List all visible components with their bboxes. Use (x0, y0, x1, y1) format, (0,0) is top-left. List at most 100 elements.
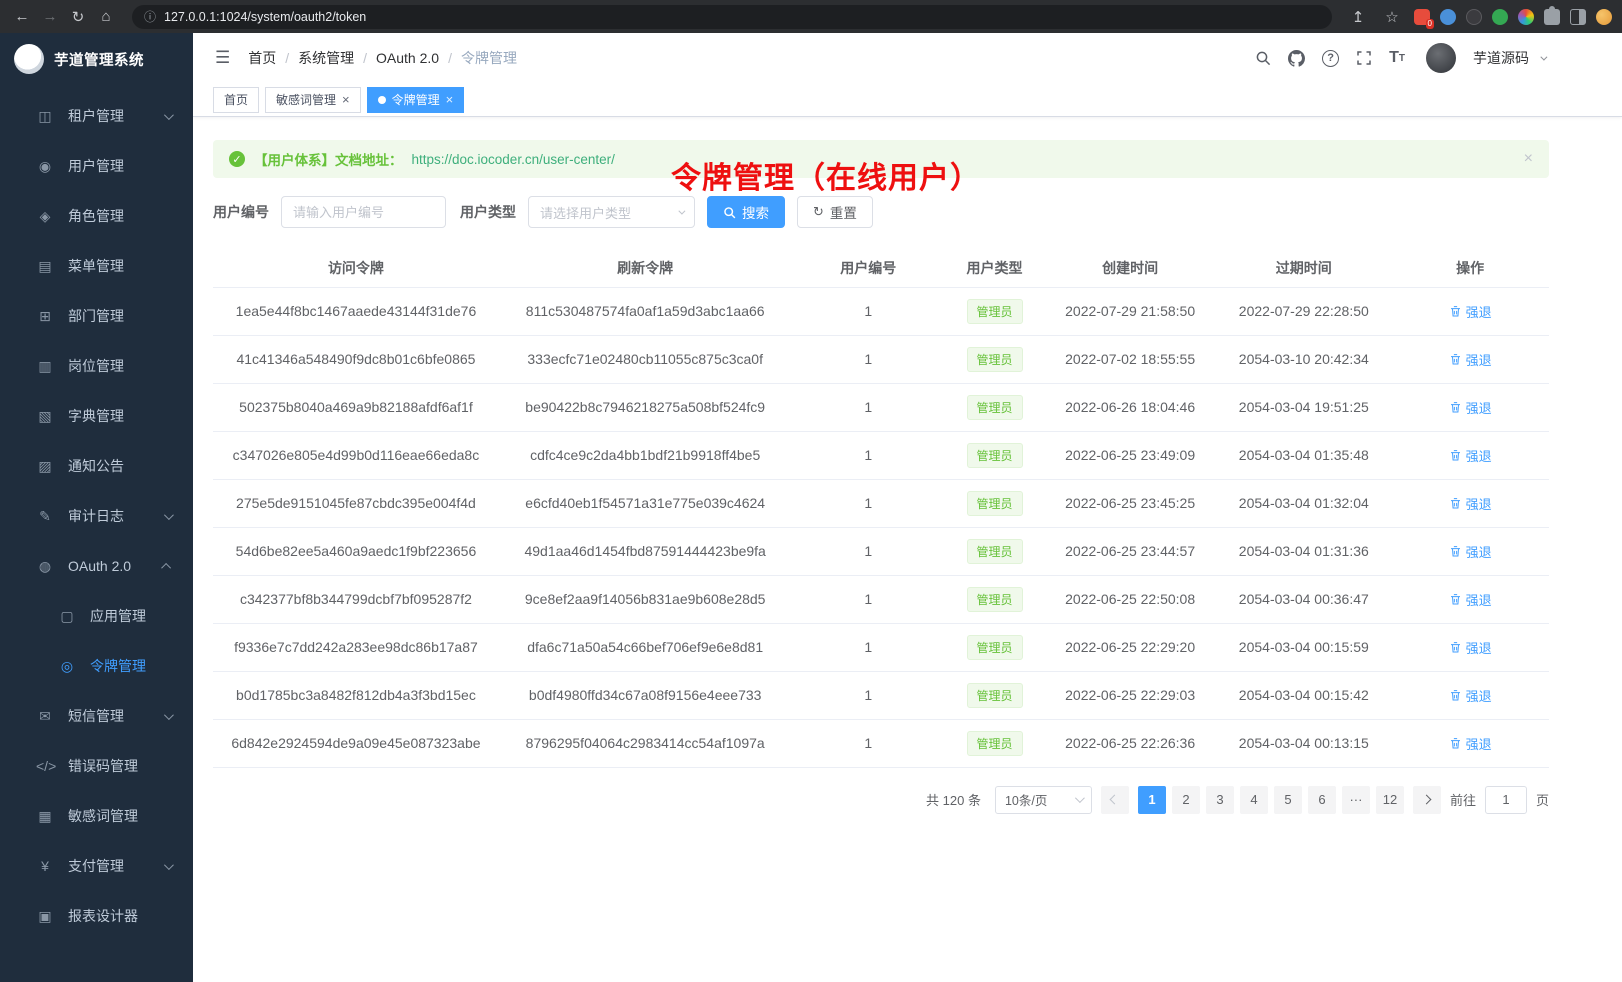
fullscreen-icon[interactable] (1356, 50, 1372, 66)
sidebar-item-role[interactable]: ◈ 角色管理 (0, 191, 193, 241)
app-title: 芋道管理系统 (54, 49, 144, 70)
user-menu-caret-icon[interactable] (1540, 53, 1547, 60)
tab-close-icon[interactable]: × (342, 93, 350, 106)
github-icon[interactable] (1288, 50, 1305, 67)
menu-item-icon: ▨ (36, 458, 54, 475)
user-type-badge: 管理员 (967, 347, 1023, 372)
cell-create-time: 2022-06-25 23:45:25 (1044, 479, 1216, 527)
sidebar-item-post[interactable]: ▥ 岗位管理 (0, 341, 193, 391)
sidebar-item-report-designer[interactable]: ▣ 报表设计器 (0, 891, 193, 941)
cell-refresh-token: 9ce8ef2aa9f14056b831ae9b608e28d5 (499, 575, 792, 623)
force-logout-button[interactable]: 强退 (1449, 446, 1492, 465)
sidebar-item-audit-log[interactable]: ✎ 审计日志 (0, 491, 193, 541)
success-check-icon: ✓ (229, 151, 245, 167)
sidebar-item-tenant[interactable]: ◫ 租户管理 (0, 91, 193, 141)
force-logout-button[interactable]: 强退 (1449, 398, 1492, 417)
pager-page-2[interactable]: 2 (1172, 786, 1200, 814)
goto-page-input[interactable] (1485, 786, 1527, 814)
cell-refresh-token: 49d1aa46d1454fbd87591444423be9fa (499, 527, 792, 575)
browser-reload-icon[interactable]: ↻ (66, 5, 90, 29)
pager-page-3[interactable]: 3 (1206, 786, 1234, 814)
tab-home[interactable]: 首页 (213, 87, 259, 113)
search-button[interactable]: 搜索 (707, 196, 785, 228)
force-logout-button[interactable]: 强退 (1449, 494, 1492, 513)
sidebar-collapse-icon[interactable]: ☰ (205, 48, 240, 68)
tab-sensitive-word[interactable]: 敏感词管理 × (265, 87, 361, 113)
menu-item-label: 审计日志 (68, 506, 124, 526)
share-icon[interactable]: ↥ (1346, 5, 1370, 29)
page-size-select[interactable]: 10条/页 (995, 786, 1092, 814)
force-logout-button[interactable]: 强退 (1449, 590, 1492, 609)
extension-red-icon[interactable]: 0 (1414, 9, 1430, 25)
breadcrumb-item-3: 令牌管理 (461, 48, 517, 68)
site-info-icon[interactable]: ⓘ (144, 8, 156, 25)
tab-close-icon[interactable]: × (446, 93, 454, 106)
pager-page-12[interactable]: 12 (1376, 786, 1404, 814)
pager-page-5[interactable]: 5 (1274, 786, 1302, 814)
browser-home-icon[interactable]: ⌂ (94, 5, 118, 29)
sidebar-item-user[interactable]: ◉ 用户管理 (0, 141, 193, 191)
address-bar[interactable]: ⓘ 127.0.0.1:1024/system/oauth2/token (132, 5, 1332, 29)
force-logout-button[interactable]: 强退 (1449, 686, 1492, 705)
sidebar-item-dept[interactable]: ⊞ 部门管理 (0, 291, 193, 341)
sidebar-item-menu[interactable]: ▤ 菜单管理 (0, 241, 193, 291)
sidebar-item-sensitive-word[interactable]: ▦ 敏感词管理 (0, 791, 193, 841)
table-row: c342377bf8b344799dcbf7bf095287f2 9ce8ef2… (213, 575, 1549, 623)
browser-forward-icon[interactable]: → (38, 5, 62, 29)
app-logo[interactable]: 芋道管理系统 (0, 33, 193, 85)
breadcrumb-item-2[interactable]: OAuth 2.0 (376, 50, 439, 66)
pager-next[interactable] (1413, 786, 1441, 814)
sidebar-item-oauth2-token[interactable]: ◎ 令牌管理 (0, 641, 193, 691)
menu-item-label: 报表设计器 (68, 906, 138, 926)
breadcrumb-item-1[interactable]: 系统管理 (298, 48, 354, 68)
sidebar-item-oauth2[interactable]: ◍ OAuth 2.0 (0, 541, 193, 591)
sidebar-item-notice[interactable]: ▨ 通知公告 (0, 441, 193, 491)
puzzle-piece-icon[interactable] (1544, 9, 1560, 25)
search-icon[interactable] (1255, 50, 1271, 66)
cell-access-token: 54d6be82ee5a460a9aedc1f9bf223656 (213, 527, 499, 575)
help-icon[interactable]: ? (1322, 50, 1339, 67)
force-logout-button[interactable]: 强退 (1449, 302, 1492, 321)
pager-more[interactable]: ··· (1342, 786, 1370, 814)
pager-page-6[interactable]: 6 (1308, 786, 1336, 814)
tab-token[interactable]: 令牌管理 × (367, 87, 465, 113)
user-name[interactable]: 芋道源码 (1473, 48, 1529, 68)
font-size-icon[interactable]: TT (1389, 49, 1405, 67)
pager-prev[interactable] (1101, 786, 1129, 814)
browser-back-icon[interactable]: ← (10, 5, 34, 29)
force-logout-button[interactable]: 强退 (1449, 542, 1492, 561)
extension-blue-icon[interactable] (1440, 9, 1456, 25)
reset-button[interactable]: ↻ 重置 (797, 196, 873, 228)
breadcrumb-separator: / (448, 50, 452, 66)
extension-green-icon[interactable] (1492, 9, 1508, 25)
sidebar-toggle-icon[interactable] (1570, 9, 1586, 25)
user-avatar[interactable] (1426, 43, 1456, 73)
alert-doc-link[interactable]: https://doc.iocoder.cn/user-center/ (412, 152, 615, 167)
browser-profile-avatar[interactable] (1596, 9, 1612, 25)
cell-actions: 强退 (1391, 575, 1549, 623)
menu-expand-icon (164, 510, 174, 520)
pager-page-1[interactable]: 1 (1138, 786, 1166, 814)
page-size-value: 10条/页 (1005, 790, 1047, 809)
extension-rainbow-icon[interactable] (1518, 9, 1534, 25)
alert-close-icon[interactable]: × (1524, 150, 1533, 168)
user-id-input[interactable] (281, 196, 446, 228)
bookmark-star-icon[interactable]: ☆ (1380, 5, 1404, 29)
force-logout-button[interactable]: 强退 (1449, 734, 1492, 753)
sidebar-item-oauth2-app[interactable]: ▢ 应用管理 (0, 591, 193, 641)
sidebar-item-dict[interactable]: ▧ 字典管理 (0, 391, 193, 441)
extension-dark-icon[interactable] (1466, 9, 1482, 25)
cell-create-time: 2022-06-26 18:04:46 (1044, 383, 1216, 431)
pager-page-4[interactable]: 4 (1240, 786, 1268, 814)
force-logout-button[interactable]: 强退 (1449, 350, 1492, 369)
menu-item-icon: ◈ (36, 208, 54, 225)
column-header-3: 用户类型 (945, 250, 1044, 287)
sidebar-item-sms[interactable]: ✉ 短信管理 (0, 691, 193, 741)
breadcrumb-item-0[interactable]: 首页 (248, 48, 276, 68)
sidebar-item-error-code[interactable]: </> 错误码管理 (0, 741, 193, 791)
user-type-select[interactable]: 请选择用户类型 (528, 196, 695, 228)
token-table: 访问令牌刷新令牌用户编号用户类型创建时间过期时间操作 1ea5e44f8bc14… (213, 250, 1549, 768)
cell-user-id: 1 (791, 671, 945, 719)
sidebar-item-pay[interactable]: ¥ 支付管理 (0, 841, 193, 891)
force-logout-button[interactable]: 强退 (1449, 638, 1492, 657)
